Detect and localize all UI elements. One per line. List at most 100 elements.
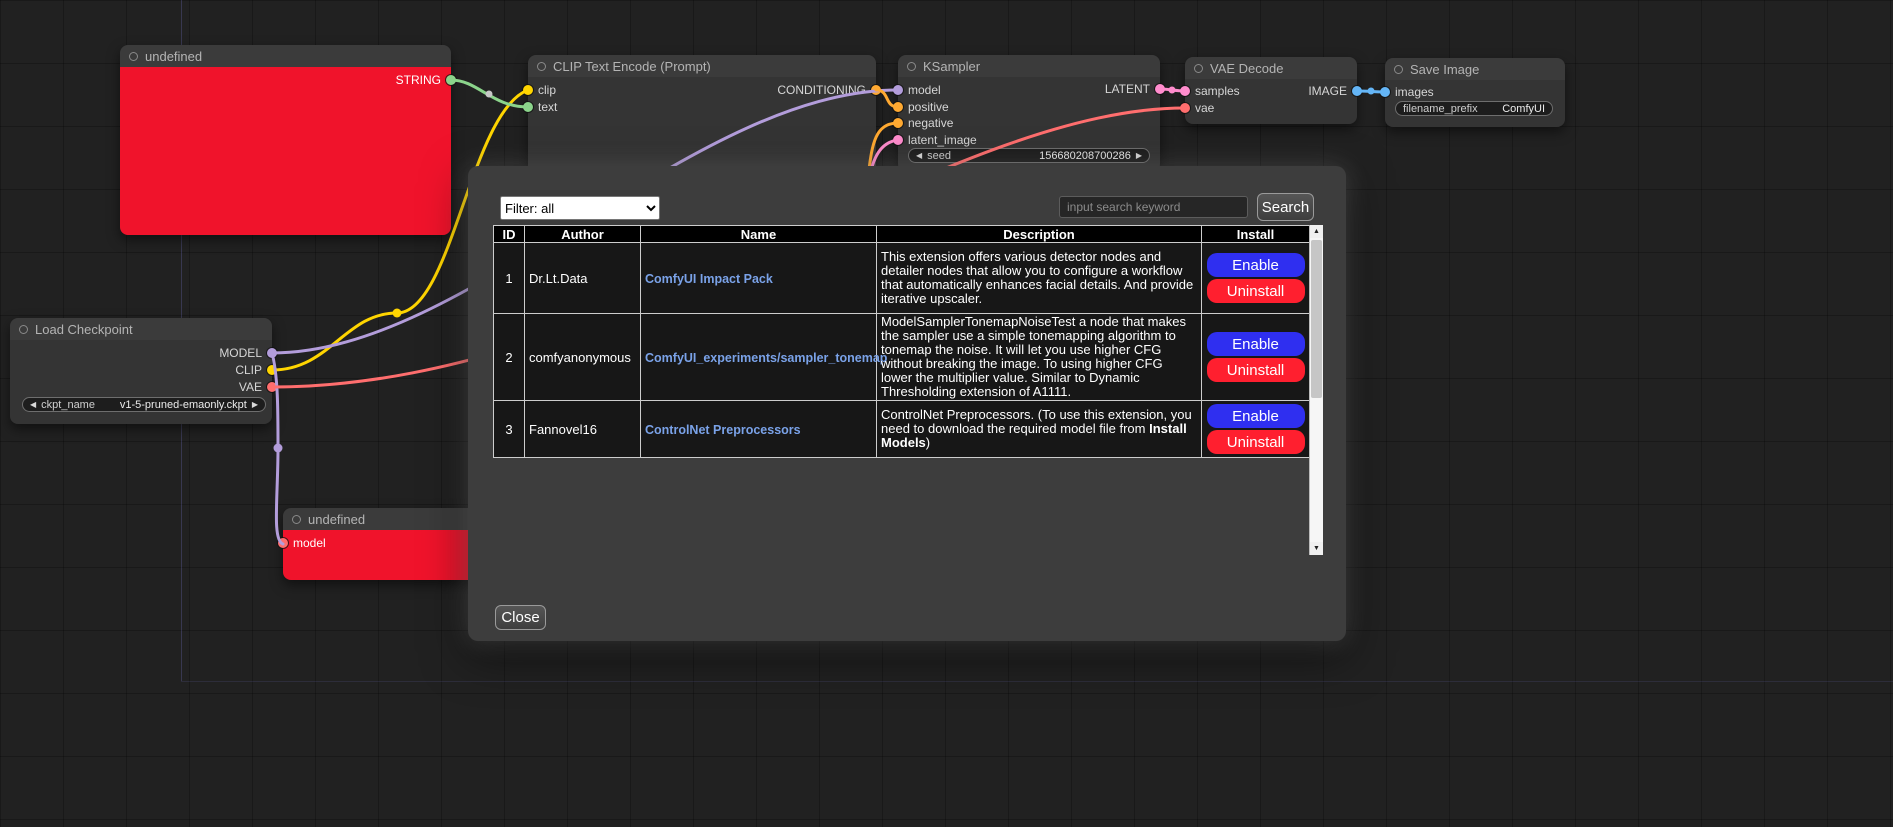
link-dot-image[interactable]: [1368, 88, 1375, 95]
input-port-text[interactable]: [523, 102, 533, 112]
canvas-axis-horizontal: [181, 681, 1893, 682]
output-port-model[interactable]: [267, 348, 277, 358]
collapse-toggle-icon[interactable]: [907, 62, 916, 71]
slot-label: positive: [908, 100, 949, 114]
node-title: Load Checkpoint: [35, 322, 133, 337]
filter-select[interactable]: Filter: all: [500, 196, 660, 220]
previous-arrow-icon[interactable]: ◀: [30, 401, 36, 409]
node-title: KSampler: [923, 59, 980, 74]
output-port-clip[interactable]: [267, 365, 277, 375]
search-button[interactable]: Search: [1257, 193, 1314, 221]
slot-label: samples: [1195, 84, 1240, 98]
output-port-string[interactable]: [446, 75, 456, 85]
cell-description: ModelSamplerTonemapNoiseTest a node that…: [877, 314, 1202, 401]
output-slot: STRING: [396, 73, 456, 87]
link-dot-clip[interactable]: [393, 309, 402, 318]
input-slot: latent_image: [893, 133, 977, 147]
node-body: samples vae IMAGE: [1185, 79, 1357, 124]
input-slot: vae: [1180, 101, 1214, 115]
slot-label: CONDITIONING: [777, 83, 866, 97]
input-slot: text: [523, 100, 557, 114]
scrollbar-thumb[interactable]: [1311, 240, 1322, 398]
header-author: Author: [525, 226, 641, 243]
node-load-checkpoint[interactable]: Load Checkpoint MODEL CLIP VAE ◀ ckpt_na…: [10, 318, 272, 424]
extension-link[interactable]: ComfyUI_experiments/sampler_tonemap: [645, 351, 887, 365]
widget-value: 156680208700286: [1039, 150, 1131, 162]
node-undefined-top[interactable]: undefined STRING: [120, 45, 451, 235]
node-title: Save Image: [1410, 62, 1479, 77]
extension-link[interactable]: ComfyUI Impact Pack: [645, 272, 773, 286]
input-port-model[interactable]: [893, 85, 903, 95]
input-slot: model: [278, 536, 326, 550]
decrement-arrow-icon[interactable]: ◀: [916, 152, 922, 160]
input-port-vae[interactable]: [1180, 103, 1190, 113]
output-slot: CONDITIONING: [777, 83, 881, 97]
node-save-image[interactable]: Save Image images filename_prefix ComfyU…: [1385, 58, 1565, 127]
collapse-toggle-icon[interactable]: [19, 325, 28, 334]
input-port-samples[interactable]: [1180, 86, 1190, 96]
uninstall-button[interactable]: Uninstall: [1207, 279, 1305, 303]
collapse-toggle-icon[interactable]: [537, 62, 546, 71]
extensions-table: ID Author Name Description Install 1 Dr.…: [493, 225, 1310, 458]
input-port-latent-image[interactable]: [893, 135, 903, 145]
cell-description: This extension offers various detector n…: [877, 243, 1202, 314]
widget-value: ComfyUI: [1502, 103, 1545, 115]
node-body: MODEL CLIP VAE ◀ ckpt_name v1-5-pruned-e…: [10, 340, 272, 424]
next-arrow-icon[interactable]: ▶: [252, 401, 258, 409]
output-port-vae[interactable]: [267, 382, 277, 392]
input-port-positive[interactable]: [893, 102, 903, 112]
description-suffix: ): [926, 435, 930, 450]
node-body: STRING: [120, 67, 451, 235]
enable-button[interactable]: Enable: [1207, 332, 1305, 356]
cell-author: Fannovel16: [525, 401, 641, 458]
slot-label: IMAGE: [1308, 84, 1347, 98]
node-titlebar[interactable]: undefined: [120, 45, 451, 67]
seed-widget[interactable]: ◀ seed 156680208700286 ▶: [908, 148, 1150, 163]
input-port-model[interactable]: [278, 538, 288, 548]
description-text: This extension offers various detector n…: [881, 249, 1193, 306]
close-button[interactable]: Close: [495, 605, 546, 630]
cell-id: 1: [494, 243, 525, 314]
enable-button[interactable]: Enable: [1207, 253, 1305, 277]
link-dot-model[interactable]: [274, 444, 283, 453]
collapse-toggle-icon[interactable]: [1394, 65, 1403, 74]
link-dot-string[interactable]: [486, 91, 493, 98]
extension-row: 1 Dr.Lt.Data ComfyUI Impact Pack This ex…: [494, 243, 1310, 314]
table-scrollbar[interactable]: ▲ ▼: [1309, 225, 1323, 555]
filename-prefix-widget[interactable]: filename_prefix ComfyUI: [1395, 101, 1553, 116]
output-port-image[interactable]: [1352, 86, 1362, 96]
link-dot-latent[interactable]: [1169, 87, 1176, 94]
extension-link[interactable]: ControlNet Preprocessors: [645, 423, 801, 437]
enable-button[interactable]: Enable: [1207, 404, 1305, 428]
slot-label: clip: [538, 83, 556, 97]
uninstall-button[interactable]: Uninstall: [1207, 430, 1305, 454]
node-titlebar[interactable]: KSampler: [898, 55, 1160, 77]
scrollbar-up-icon[interactable]: ▲: [1310, 225, 1323, 238]
uninstall-button[interactable]: Uninstall: [1207, 358, 1305, 382]
node-titlebar[interactable]: Save Image: [1385, 58, 1565, 80]
node-ksampler[interactable]: KSampler model positive negative latent_…: [898, 55, 1160, 172]
scrollbar-down-icon[interactable]: ▼: [1310, 542, 1323, 555]
output-port-latent[interactable]: [1155, 84, 1165, 94]
widget-label: seed: [927, 150, 951, 162]
input-port-images[interactable]: [1380, 87, 1390, 97]
node-vae-decode[interactable]: VAE Decode samples vae IMAGE: [1185, 57, 1357, 124]
description-text: ControlNet Preprocessors. (To use this e…: [881, 407, 1192, 436]
collapse-toggle-icon[interactable]: [1194, 64, 1203, 73]
increment-arrow-icon[interactable]: ▶: [1136, 152, 1142, 160]
input-port-clip[interactable]: [523, 85, 533, 95]
input-slot: images: [1380, 85, 1434, 99]
table-header-row: ID Author Name Description Install: [494, 226, 1310, 243]
output-port-conditioning[interactable]: [871, 85, 881, 95]
node-titlebar[interactable]: CLIP Text Encode (Prompt): [528, 55, 876, 77]
search-input[interactable]: [1059, 196, 1248, 218]
input-port-negative[interactable]: [893, 118, 903, 128]
collapse-toggle-icon[interactable]: [129, 52, 138, 61]
node-body: images filename_prefix ComfyUI: [1385, 80, 1565, 127]
cell-install: Enable Uninstall: [1202, 314, 1310, 401]
ckpt-name-widget[interactable]: ◀ ckpt_name v1-5-pruned-emaonly.ckpt ▶: [22, 397, 266, 412]
collapse-toggle-icon[interactable]: [292, 515, 301, 524]
node-titlebar[interactable]: Load Checkpoint: [10, 318, 272, 340]
cell-description: ControlNet Preprocessors. (To use this e…: [877, 401, 1202, 458]
node-titlebar[interactable]: VAE Decode: [1185, 57, 1357, 79]
